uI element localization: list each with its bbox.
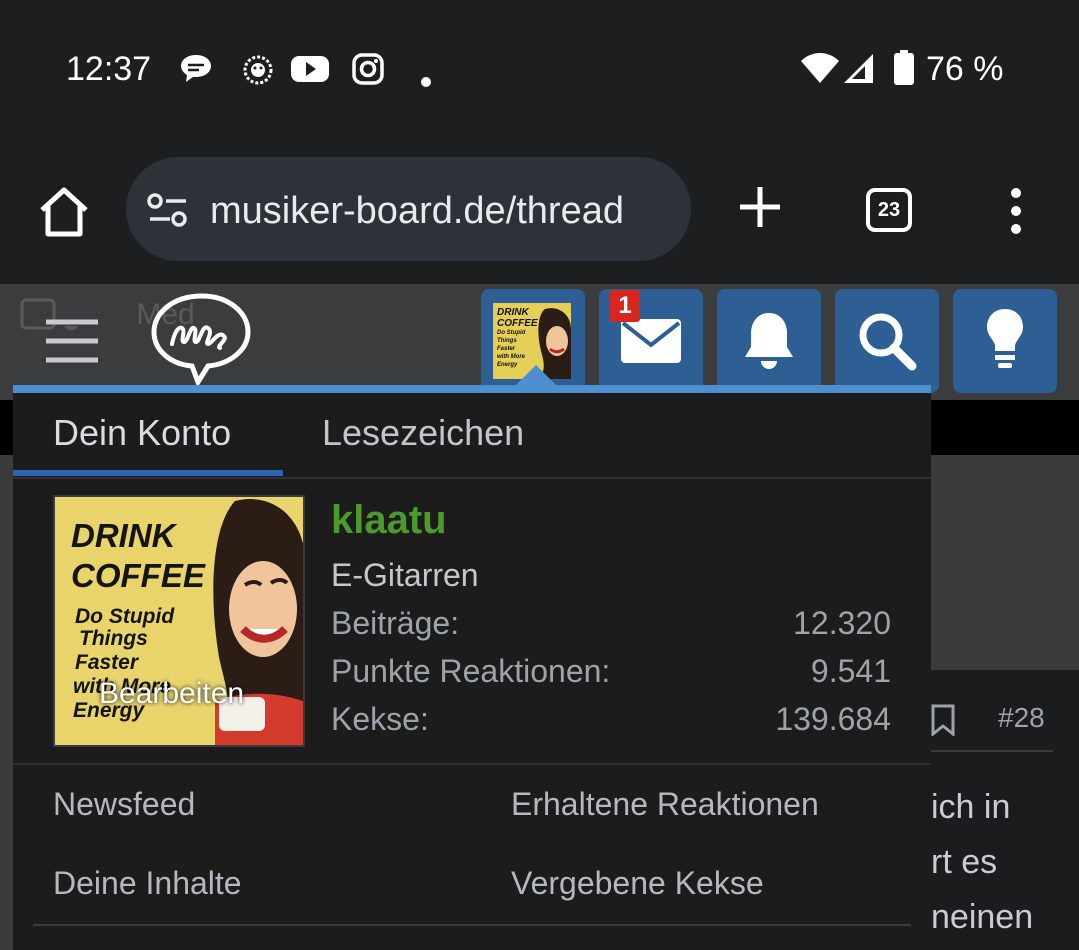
signal-icon [843, 52, 875, 92]
post-text-line: ich in [931, 788, 1011, 826]
whats-new-button[interactable] [953, 289, 1057, 393]
avatar-text-line: DRINK [71, 517, 176, 554]
bottom-divider [33, 924, 911, 926]
battery-icon [893, 50, 915, 94]
avatar-text-line: Faster [75, 651, 139, 674]
thumb-line: with More [497, 354, 525, 360]
post-number[interactable]: #28 [998, 702, 1045, 734]
stat-value-posts[interactable]: 12.320 [793, 605, 891, 642]
chat-bubble-icon [178, 52, 214, 94]
post-text-line: neinen [931, 898, 1034, 936]
dropdown-caret [516, 365, 556, 385]
stat-label-reactions: Punkte Reaktionen: [331, 653, 611, 689]
avatar-text-line: Things [79, 627, 148, 650]
avatar-text-line: Do Stupid [75, 605, 175, 628]
stat-value-reactions[interactable]: 9.541 [811, 653, 891, 690]
search-button[interactable] [835, 289, 939, 393]
tab-dein-konto[interactable]: Dein Konto [53, 412, 231, 454]
active-tab-indicator [13, 470, 283, 476]
status-time: 12:37 [66, 50, 152, 88]
avatar-edit-link[interactable]: Bearbeiten [99, 677, 244, 711]
envelope-icon [621, 319, 681, 363]
alerts-button[interactable] [717, 289, 821, 393]
user-title: E-Gitarren [331, 557, 479, 593]
post-text-line: rt es [931, 843, 998, 881]
search-icon [859, 313, 917, 371]
messages-count-badge: 1 [610, 290, 640, 322]
link-given-cookies[interactable]: Vergebene Kekse [511, 865, 764, 902]
hamburger-icon [46, 319, 98, 363]
avatar-text-line: COFFEE [71, 557, 205, 594]
bell-icon [745, 313, 793, 369]
tab-lesezeichen[interactable]: Lesezeichen [322, 412, 524, 454]
lightbulb-icon [987, 309, 1023, 368]
stat-label-cookies: Kekse: [331, 701, 429, 737]
url-text[interactable]: musiker-board.de/thread [210, 190, 624, 233]
stat-value-cookies[interactable]: 139.684 [775, 701, 891, 738]
notification-dot-icon [420, 62, 432, 96]
battery-percentage: 76 % [926, 50, 1004, 88]
section-divider [13, 763, 931, 765]
mb-logo-icon [151, 293, 251, 388]
thumb-line: Things [497, 338, 517, 344]
link-newsfeed[interactable]: Newsfeed [53, 786, 195, 823]
stat-label-posts: Beiträge: [331, 605, 460, 641]
tabs-divider [13, 477, 931, 479]
thumb-line: Faster [497, 346, 516, 352]
profile-avatar[interactable]: DRINK COFFEE Do Stupid Things Faster wit… [53, 495, 305, 747]
hamburger-menu-button[interactable] [44, 318, 100, 364]
more-vert-icon [1011, 188, 1021, 234]
new-tab-button[interactable] [736, 183, 784, 235]
browser-menu-button[interactable] [1004, 186, 1028, 236]
thumb-line: COFFEE [497, 318, 538, 329]
status-bar [0, 0, 1079, 140]
home-icon [40, 187, 88, 237]
thumb-line: DRINK [497, 307, 529, 318]
site-settings-icon[interactable] [146, 192, 190, 228]
home-button[interactable] [36, 184, 92, 240]
thumb-line: Do Stupid [497, 330, 526, 336]
username-link[interactable]: klaatu [331, 498, 447, 543]
page-left-edge [0, 455, 13, 950]
post-divider [931, 750, 1053, 752]
lion-app-icon [243, 52, 273, 96]
wifi-icon [800, 52, 840, 92]
youtube-icon [290, 52, 330, 92]
tab-switcher-button[interactable]: 23 [866, 188, 912, 232]
link-received-reactions[interactable]: Erhaltene Reaktionen [511, 786, 819, 823]
bookmark-icon[interactable] [930, 704, 956, 741]
plus-icon [740, 187, 780, 227]
link-your-content[interactable]: Deine Inhalte [53, 865, 242, 902]
site-logo[interactable] [150, 292, 254, 388]
instagram-icon [351, 52, 385, 94]
